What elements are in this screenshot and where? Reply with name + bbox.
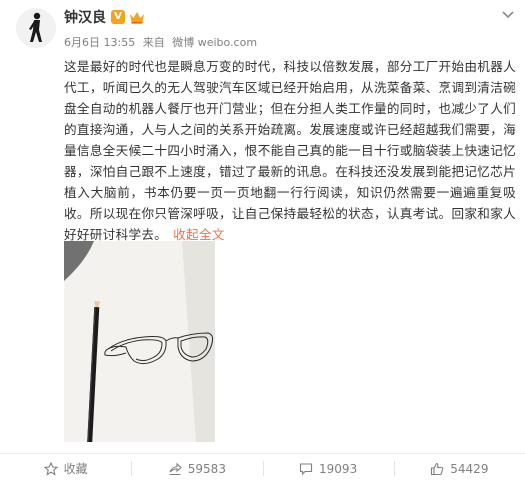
comment-icon xyxy=(299,462,313,475)
star-icon xyxy=(43,461,58,476)
share-icon xyxy=(169,462,182,475)
post-body: 这是最好的时代也是瞬息万变的时代，科技以倍数发展，部分工厂开始由机器人代工，听闻… xyxy=(64,56,516,245)
action-bar: 收藏 59583 19093 54429 xyxy=(0,454,525,483)
favorite-label: 收藏 xyxy=(63,462,88,476)
weibo-post-card: 钟汉良 V 6月6日 13:55 来自 微博 weibo.com 这是最好的时代… xyxy=(0,0,525,483)
chevron-down-icon[interactable] xyxy=(501,10,515,20)
share-count: 59583 xyxy=(187,461,226,476)
post-text: 这是最好的时代也是瞬息万变的时代，科技以倍数发展，部分工厂开始由机器人代工，听闻… xyxy=(64,59,516,242)
comment-count: 19093 xyxy=(319,461,358,476)
like-button[interactable]: 54429 xyxy=(393,454,525,483)
avatar-silhouette-icon xyxy=(16,8,56,48)
author-name[interactable]: 钟汉良 xyxy=(64,8,106,28)
post-meta: 6月6日 13:55 来自 微博 weibo.com xyxy=(64,35,261,51)
favorite-button[interactable]: 收藏 xyxy=(0,454,131,483)
like-icon xyxy=(431,462,444,475)
post-timestamp[interactable]: 6月6日 13:55 xyxy=(64,36,135,49)
post-source-prefix: 来自 xyxy=(142,36,165,49)
post-source[interactable]: 微博 weibo.com xyxy=(172,36,257,49)
crown-icon xyxy=(130,12,144,24)
verified-badge: V xyxy=(111,10,125,24)
post-image[interactable] xyxy=(64,241,215,442)
sketch-glasses-image xyxy=(64,241,215,442)
avatar[interactable] xyxy=(16,8,56,48)
comment-button[interactable]: 19093 xyxy=(262,454,394,483)
share-button[interactable]: 59583 xyxy=(131,454,262,483)
collapse-text-link[interactable]: 收起全文 xyxy=(173,227,225,242)
like-count: 54429 xyxy=(450,461,489,476)
